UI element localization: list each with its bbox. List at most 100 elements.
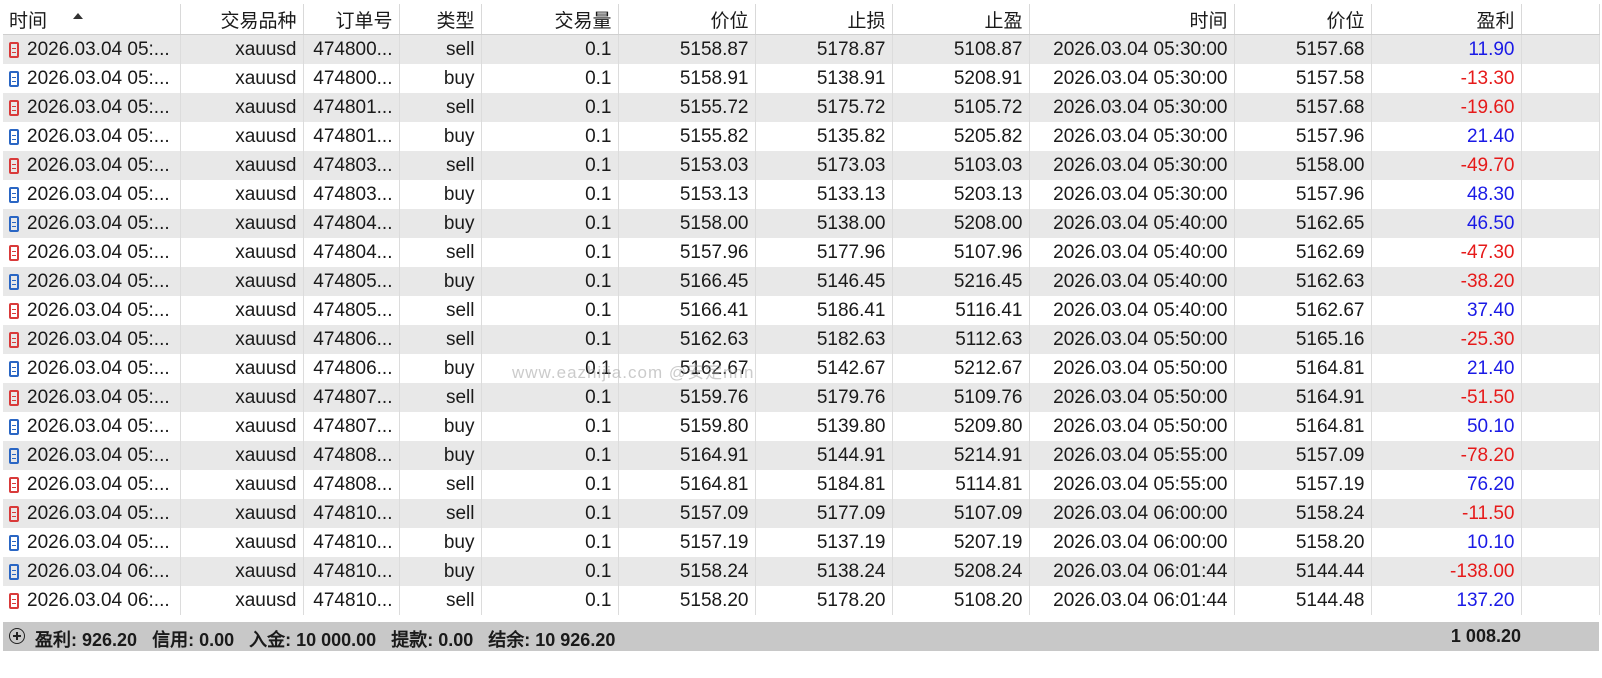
- column-header-open-price[interactable]: 价位: [618, 4, 756, 35]
- cell-filler: [1521, 151, 1600, 180]
- cell-open-price: 5158.00: [618, 209, 756, 238]
- cell-close-time: 2026.03.04 05:30:00: [1029, 34, 1235, 64]
- table-row[interactable]: 2026.03.04 06:... xauusd 474810... sell 0.1 5…: [3, 586, 1600, 615]
- table-row[interactable]: 2026.03.04 05:... xauusd 474805... sell 0.1 5…: [3, 296, 1600, 325]
- cell-open-time: 2026.03.04 05:...: [3, 34, 181, 64]
- cell-open-time: 2026.03.04 05:...: [3, 209, 181, 238]
- cell-type: sell: [399, 499, 482, 528]
- cell-volume: 0.1: [481, 412, 619, 441]
- buy-order-doc-icon: [9, 128, 19, 145]
- column-header-filler: [1521, 4, 1600, 35]
- open-time-text: 2026.03.04 05:...: [27, 502, 170, 524]
- column-header-order[interactable]: 订单号: [303, 4, 400, 35]
- table-row[interactable]: 2026.03.04 05:... xauusd 474808... sell 0.1 5…: [3, 470, 1600, 499]
- table-row[interactable]: 2026.03.04 05:... xauusd 474806... sell 0.1 5…: [3, 325, 1600, 354]
- table-row[interactable]: 2026.03.04 05:... xauusd 474801... sell 0.1 5…: [3, 93, 1600, 122]
- cell-close-price: 5158.00: [1234, 151, 1372, 180]
- buy-order-doc-icon: [9, 447, 19, 464]
- cell-profit: 46.50: [1371, 209, 1522, 238]
- cell-close-price: 5162.67: [1234, 296, 1372, 325]
- cell-symbol: xauusd: [180, 528, 304, 557]
- cell-symbol: xauusd: [180, 586, 304, 615]
- summary-total-profit: 1 008.20: [1450, 626, 1521, 646]
- cell-symbol: xauusd: [180, 34, 304, 64]
- open-time-text: 2026.03.04 05:...: [27, 531, 170, 553]
- sell-order-doc-icon: [9, 389, 19, 406]
- cell-symbol: xauusd: [180, 180, 304, 209]
- cell-open-price: 5166.45: [618, 267, 756, 296]
- column-header-close-price[interactable]: 价位: [1234, 4, 1372, 35]
- column-header-tp[interactable]: 止盈: [892, 4, 1030, 35]
- cell-close-time: 2026.03.04 05:50:00: [1029, 412, 1235, 441]
- cell-tp: 5216.45: [892, 267, 1030, 296]
- table-row[interactable]: 2026.03.04 05:... xauusd 474801... buy 0.1 51…: [3, 122, 1600, 151]
- open-time-text: 2026.03.04 05:...: [27, 183, 170, 205]
- column-header-symbol[interactable]: 交易品种: [180, 4, 304, 35]
- cell-sl: 5182.63: [755, 325, 893, 354]
- cell-open-price: 5164.81: [618, 470, 756, 499]
- cell-order: 474805...: [303, 267, 400, 296]
- buy-order-doc-icon: [9, 360, 19, 377]
- cell-symbol: xauusd: [180, 267, 304, 296]
- table-row[interactable]: 2026.03.04 05:... xauusd 474807... sell 0.1 5…: [3, 383, 1600, 412]
- cell-order: 474803...: [303, 151, 400, 180]
- cell-volume: 0.1: [481, 209, 619, 238]
- cell-filler: [1521, 325, 1600, 354]
- trade-history-table: 时间 交易品种 订单号 类型 交易量 价位 止损 止盈 时间 价位 盈利 2026.03.04 05…: [3, 4, 1600, 615]
- table-row[interactable]: 2026.03.04 05:... xauusd 474803... buy 0.1 51…: [3, 180, 1600, 209]
- table-row[interactable]: 2026.03.04 05:... xauusd 474804... sell 0.1 5…: [3, 238, 1600, 267]
- cell-volume: 0.1: [481, 383, 619, 412]
- expand-plus-icon[interactable]: [9, 628, 25, 644]
- table-row[interactable]: 2026.03.04 05:... xauusd 474800... buy 0.1 51…: [3, 64, 1600, 93]
- cell-open-price: 5162.63: [618, 325, 756, 354]
- cell-close-time: 2026.03.04 05:40:00: [1029, 209, 1235, 238]
- cell-close-time: 2026.03.04 05:50:00: [1029, 325, 1235, 354]
- buy-order-doc-icon: [9, 534, 19, 551]
- cell-filler: [1521, 209, 1600, 238]
- cell-open-time: 2026.03.04 06:...: [3, 586, 181, 615]
- column-header-open-time[interactable]: 时间: [3, 4, 181, 35]
- column-header-sl[interactable]: 止损: [755, 4, 893, 35]
- cell-tp: 5208.00: [892, 209, 1030, 238]
- cell-type: buy: [399, 528, 482, 557]
- cell-filler: [1521, 122, 1600, 151]
- cell-open-price: 5158.24: [618, 557, 756, 586]
- table-row[interactable]: 2026.03.04 05:... xauusd 474805... buy 0.1 51…: [3, 267, 1600, 296]
- cell-profit: -47.30: [1371, 238, 1522, 267]
- table-row[interactable]: 2026.03.04 05:... xauusd 474810... buy 0.1 51…: [3, 528, 1600, 557]
- table-row[interactable]: 2026.03.04 06:... xauusd 474810... buy 0.1 51…: [3, 557, 1600, 586]
- table-row[interactable]: 2026.03.04 05:... xauusd 474803... sell 0.1 5…: [3, 151, 1600, 180]
- column-header-close-time[interactable]: 时间: [1029, 4, 1235, 35]
- cell-open-time: 2026.03.04 05:...: [3, 93, 181, 122]
- cell-filler: [1521, 383, 1600, 412]
- open-time-text: 2026.03.04 05:...: [27, 473, 170, 495]
- cell-type: buy: [399, 180, 482, 209]
- cell-order: 474801...: [303, 93, 400, 122]
- column-header-type[interactable]: 类型: [399, 4, 482, 35]
- cell-tp: 5107.09: [892, 499, 1030, 528]
- cell-order: 474808...: [303, 441, 400, 470]
- cell-open-price: 5153.13: [618, 180, 756, 209]
- table-row[interactable]: 2026.03.04 05:... xauusd 474808... buy 0.1 51…: [3, 441, 1600, 470]
- cell-type: sell: [399, 470, 482, 499]
- cell-symbol: xauusd: [180, 470, 304, 499]
- cell-tp: 5105.72: [892, 93, 1030, 122]
- cell-sl: 5178.87: [755, 34, 893, 64]
- table-row[interactable]: 2026.03.04 05:... xauusd 474800... sell 0.1 5…: [3, 34, 1600, 64]
- table-row[interactable]: 2026.03.04 05:... xauusd 474806... buy 0.1 51…: [3, 354, 1600, 383]
- open-time-text: 2026.03.04 05:...: [27, 241, 170, 263]
- cell-open-price: 5157.09: [618, 499, 756, 528]
- table-row[interactable]: 2026.03.04 05:... xauusd 474807... buy 0.1 51…: [3, 412, 1600, 441]
- sort-ascending-icon[interactable]: [73, 13, 83, 19]
- cell-sl: 5137.19: [755, 528, 893, 557]
- cell-filler: [1521, 180, 1600, 209]
- cell-type: buy: [399, 354, 482, 383]
- column-header-profit[interactable]: 盈利: [1371, 4, 1522, 35]
- cell-open-price: 5153.03: [618, 151, 756, 180]
- table-row[interactable]: 2026.03.04 05:... xauusd 474804... buy 0.1 51…: [3, 209, 1600, 238]
- cell-open-price: 5164.91: [618, 441, 756, 470]
- cell-order: 474810...: [303, 557, 400, 586]
- column-header-volume[interactable]: 交易量: [481, 4, 619, 35]
- table-row[interactable]: 2026.03.04 05:... xauusd 474810... sell 0.1 5…: [3, 499, 1600, 528]
- cell-open-time: 2026.03.04 05:...: [3, 383, 181, 412]
